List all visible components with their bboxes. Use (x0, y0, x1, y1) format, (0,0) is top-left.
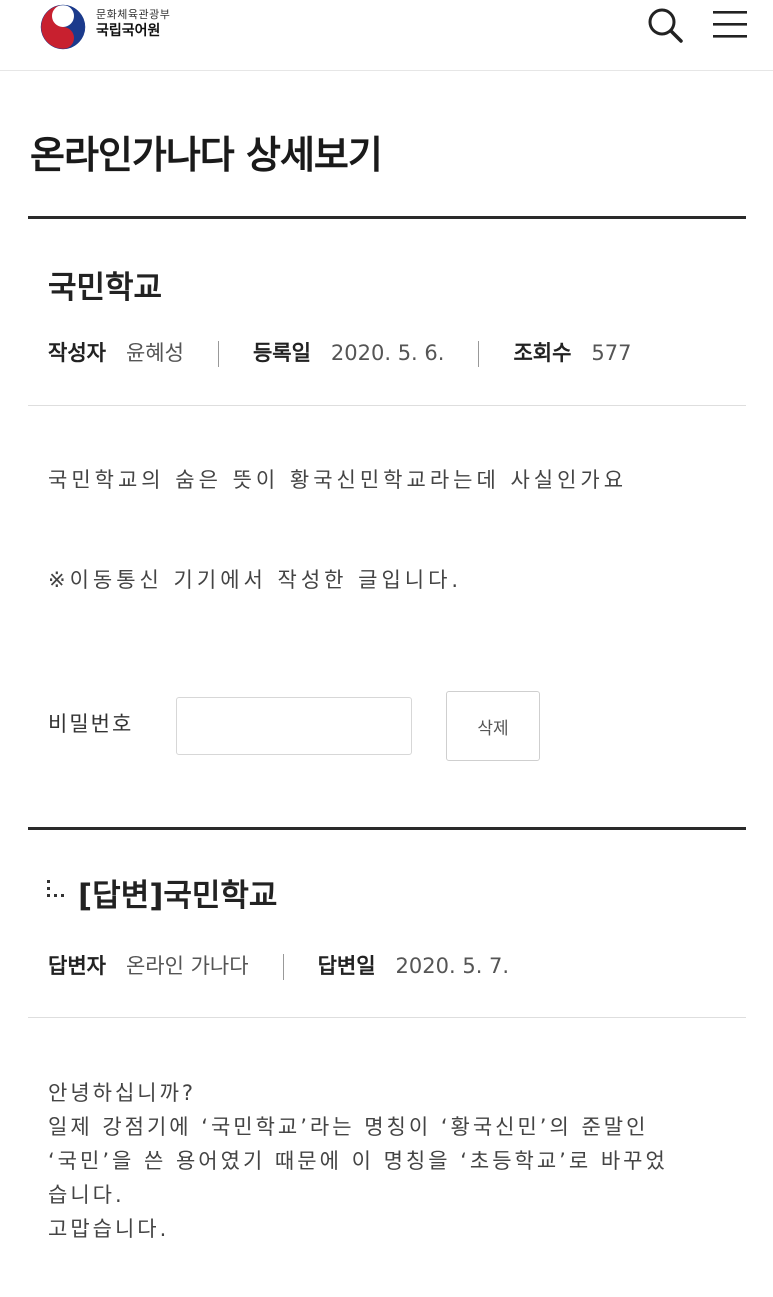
ministry-name: 문화체육관광부 (96, 8, 171, 21)
reply-meta-divider (28, 1017, 746, 1018)
government-emblem-logo[interactable] (40, 4, 86, 50)
author-value: 윤혜성 (125, 341, 184, 365)
meta-separator (282, 954, 284, 980)
reply-title: [답변]국민학교 (78, 878, 278, 914)
meta-separator (217, 341, 219, 367)
reply-meta: 답변자 온라인 가나다 답변일 2020. 5. 7. (48, 950, 509, 980)
reply-body: 안녕하십니까? 일제 강점기에 ‘국민학교’라는 명칭이 ‘황국신민’의 준말인… (48, 1076, 748, 1246)
post-note: ※이동통신 기기에서 작성한 글입니다. (48, 568, 463, 592)
password-input[interactable] (176, 697, 412, 755)
page-title: 온라인가나다 상세보기 (30, 133, 383, 177)
reply-line: 고맙습니다. (48, 1217, 170, 1241)
institute-name: 국립국어원 (96, 23, 161, 39)
reply-divider (28, 827, 746, 830)
title-divider (28, 216, 746, 219)
post-title: 국민학교 (48, 270, 163, 306)
responder-label: 답변자 (48, 954, 106, 978)
reply-line: ‘국민’을 쓴 용어였기 때문에 이 명칭을 ‘초등학교’로 바꾸었 (48, 1149, 668, 1173)
author-label: 작성자 (48, 341, 106, 365)
meta-divider (28, 405, 746, 406)
organization-name[interactable]: 문화체육관광부 국립국어원 (96, 8, 170, 40)
post-meta: 작성자 윤혜성 등록일 2020. 5. 6. 조회수 577 (48, 337, 632, 367)
reply-line: 안녕하십니까? (48, 1081, 197, 1105)
search-icon[interactable] (646, 6, 684, 44)
views-label: 조회수 (513, 341, 572, 365)
views-value: 577 (591, 341, 632, 365)
reply-line: 일제 강점기에 ‘국민학교’라는 명칭이 ‘황국신민’의 준말인 (48, 1115, 649, 1139)
reply-date-label: 답변일 (317, 954, 376, 978)
reply-line: 습니다. (48, 1183, 125, 1207)
reply-date-value: 2020. 5. 7. (395, 954, 510, 978)
site-header: 문화체육관광부 국립국어원 (0, 0, 773, 71)
post-body: 국민학교의 숨은 뜻이 황국신민학교라는데 사실인가요 (48, 468, 628, 492)
reply-indicator-icon (47, 880, 64, 897)
meta-separator (478, 341, 480, 367)
password-label: 비밀번호 (48, 712, 134, 736)
date-value: 2020. 5. 6. (330, 341, 445, 365)
delete-button[interactable]: 삭제 (446, 691, 540, 761)
responder-value: 온라인 가나다 (125, 954, 249, 978)
date-label: 등록일 (252, 341, 311, 365)
menu-icon[interactable] (712, 8, 748, 40)
